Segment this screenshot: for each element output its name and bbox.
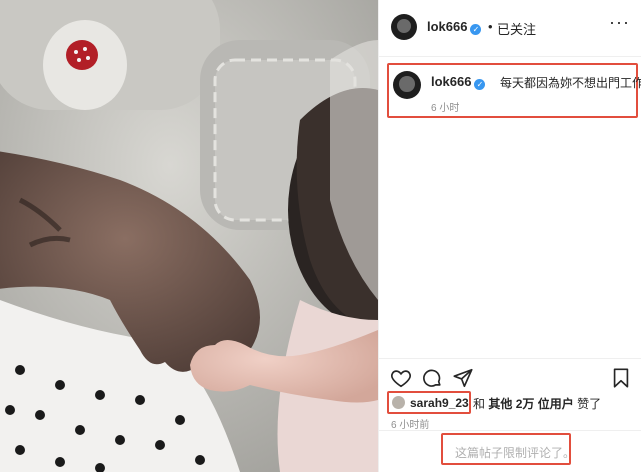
following-button[interactable]: 已关注 bbox=[497, 19, 536, 38]
post-photo[interactable] bbox=[0, 0, 378, 472]
author-avatar[interactable] bbox=[391, 14, 417, 40]
likes-summary: 和 其他 2万 位用户 赞了 bbox=[473, 395, 601, 412]
liker-username[interactable]: sarah9_23 bbox=[410, 396, 469, 410]
post-header: lok666 ✓ • 已关注 ··· bbox=[379, 0, 641, 57]
caption-text-body: 每天都因為妳不想出門工作 bbox=[500, 76, 641, 90]
post-image-illustration bbox=[0, 0, 378, 472]
post-sidebar: lok666✓ • 已关注 ··· lok666✓ 每天都因為妳不想出門工作❤️… bbox=[378, 0, 641, 472]
comments-restricted-notice: 这篇帖子限制评论了。 bbox=[441, 433, 575, 465]
paper-plane-icon[interactable] bbox=[452, 367, 474, 389]
comments-restricted-text: 这篇帖子限制评论了。 bbox=[455, 446, 576, 460]
caption-block: lok666✓ 每天都因為妳不想出門工作❤️ 6 小时 bbox=[387, 63, 641, 118]
caption-username[interactable]: lok666 ✓ bbox=[431, 74, 486, 90]
heart-outline-icon[interactable] bbox=[390, 367, 412, 389]
likes-count[interactable]: 2万 bbox=[516, 397, 535, 411]
post-timestamp[interactable]: 6 小时前 bbox=[391, 416, 429, 431]
liker-avatar[interactable] bbox=[392, 396, 405, 409]
caption-username-text[interactable]: lok666 bbox=[431, 74, 471, 89]
more-options-icon[interactable]: ··· bbox=[609, 12, 630, 33]
likes-connector: 和 bbox=[473, 397, 486, 411]
likes-others-link[interactable]: 其他 2万 位用户 bbox=[488, 397, 573, 411]
likes-others-prefix[interactable]: 其他 bbox=[488, 397, 512, 411]
author-username-text[interactable]: lok666 bbox=[427, 19, 467, 34]
bookmark-icon[interactable] bbox=[610, 367, 632, 389]
likes-suffix[interactable]: 位用户 bbox=[538, 397, 574, 411]
caption-author-avatar[interactable] bbox=[393, 71, 421, 99]
author-username[interactable]: lok666 ✓ bbox=[427, 19, 482, 35]
liked-by-user[interactable]: sarah9_23 bbox=[387, 391, 471, 414]
verified-badge-icon: ✓ bbox=[474, 79, 486, 90]
separator-dot: • bbox=[488, 19, 493, 34]
caption-text: 每天都因為妳不想出門工作❤️ bbox=[500, 74, 641, 91]
comment-bubble-icon[interactable] bbox=[421, 367, 443, 389]
likes-liked: 赞了 bbox=[577, 397, 602, 411]
caption-timestamp[interactable]: 6 小时 bbox=[431, 99, 459, 114]
verified-badge-icon: ✓ bbox=[470, 24, 482, 35]
